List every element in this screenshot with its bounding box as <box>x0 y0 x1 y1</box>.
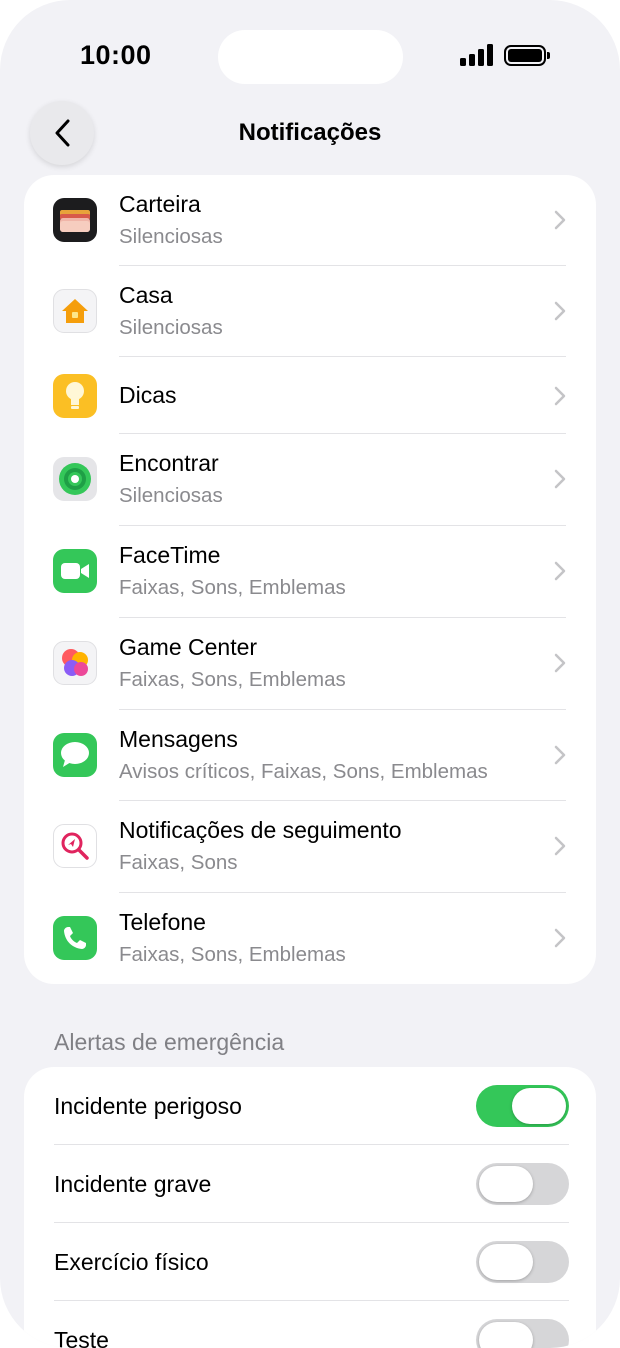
messages-icon <box>53 733 97 777</box>
list-item-mensagens[interactable]: Mensagens Avisos críticos, Faixas, Sons,… <box>24 710 596 801</box>
section-header-emergency-alerts: Alertas de emergência <box>54 1029 285 1055</box>
app-notification-summary: Avisos críticos, Faixas, Sons, Emblemas <box>119 760 488 783</box>
chevron-right-icon <box>554 301 566 321</box>
game-center-icon <box>53 641 97 685</box>
chevron-right-icon <box>554 745 566 765</box>
alert-label: Exercício físico <box>54 1249 209 1275</box>
app-notification-summary: Silenciosas <box>119 225 223 248</box>
battery-icon <box>504 45 550 66</box>
app-name: Casa <box>119 282 173 308</box>
app-name: Game Center <box>119 634 258 660</box>
tracking-notifications-icon <box>53 824 97 868</box>
facetime-icon <box>53 549 97 593</box>
app-name: Dicas <box>119 382 177 408</box>
list-item-casa[interactable]: Casa Silenciosas <box>24 266 596 357</box>
chevron-right-icon <box>554 836 566 856</box>
app-name: Notificações de seguimento <box>119 817 402 843</box>
list-item-notificacoes-de-seguimento[interactable]: Notificações de seguimento Faixas, Sons <box>24 801 596 892</box>
alert-label: Incidente perigoso <box>54 1093 242 1119</box>
app-name: Telefone <box>119 909 206 935</box>
app-notification-summary: Silenciosas <box>119 484 223 507</box>
find-my-icon <box>53 457 97 501</box>
toggle-exercicio-fisico[interactable] <box>476 1241 569 1283</box>
alert-row-incidente-perigoso: Incidente perigoso <box>24 1067 596 1145</box>
cellular-signal-icon <box>460 44 494 66</box>
chevron-right-icon <box>554 469 566 489</box>
app-name: Carteira <box>119 191 201 217</box>
alert-row-teste: Teste <box>24 1301 596 1348</box>
chevron-right-icon <box>554 653 566 673</box>
list-item-facetime[interactable]: FaceTime Faixas, Sons, Emblemas <box>24 526 596 617</box>
app-name: Mensagens <box>119 726 238 752</box>
tips-icon <box>53 374 97 418</box>
app-name: Encontrar <box>119 450 219 476</box>
alert-label: Teste <box>54 1327 109 1348</box>
chevron-right-icon <box>554 210 566 230</box>
app-notification-list: Carteira Silenciosas Casa Silenciosas Di… <box>24 175 596 984</box>
list-item-game-center[interactable]: Game Center Faixas, Sons, Emblemas <box>24 618 596 709</box>
toggle-incidente-perigoso[interactable] <box>476 1085 569 1127</box>
chevron-right-icon <box>554 561 566 581</box>
alert-row-exercicio-fisico: Exercício físico <box>24 1223 596 1301</box>
list-item-dicas[interactable]: Dicas <box>24 357 596 434</box>
chevron-right-icon <box>554 928 566 948</box>
phone-screen: 10:00 Notificações Carteira Silenciosas … <box>0 0 620 1348</box>
emergency-alerts-list: Incidente perigoso Incidente grave Exerc… <box>24 1067 596 1348</box>
chevron-right-icon <box>554 386 566 406</box>
wallet-icon <box>53 198 97 242</box>
status-time: 10:00 <box>80 40 152 70</box>
phone-icon <box>53 916 97 960</box>
alert-label: Incidente grave <box>54 1171 212 1197</box>
app-notification-summary: Silenciosas <box>119 316 223 339</box>
dynamic-island <box>218 30 403 84</box>
app-notification-summary: Faixas, Sons, Emblemas <box>119 943 346 966</box>
toggle-incidente-grave[interactable] <box>476 1163 569 1205</box>
app-name: FaceTime <box>119 542 221 568</box>
home-icon <box>53 289 97 333</box>
list-item-encontrar[interactable]: Encontrar Silenciosas <box>24 434 596 525</box>
alert-row-incidente-grave: Incidente grave <box>24 1145 596 1223</box>
app-notification-summary: Faixas, Sons <box>119 851 238 874</box>
list-item-telefone[interactable]: Telefone Faixas, Sons, Emblemas <box>24 893 596 984</box>
page-title: Notificações <box>238 119 382 146</box>
toggle-teste[interactable] <box>476 1319 569 1348</box>
app-notification-summary: Faixas, Sons, Emblemas <box>119 576 346 599</box>
list-item-carteira[interactable]: Carteira Silenciosas <box>24 175 596 266</box>
app-notification-summary: Faixas, Sons, Emblemas <box>119 668 346 691</box>
